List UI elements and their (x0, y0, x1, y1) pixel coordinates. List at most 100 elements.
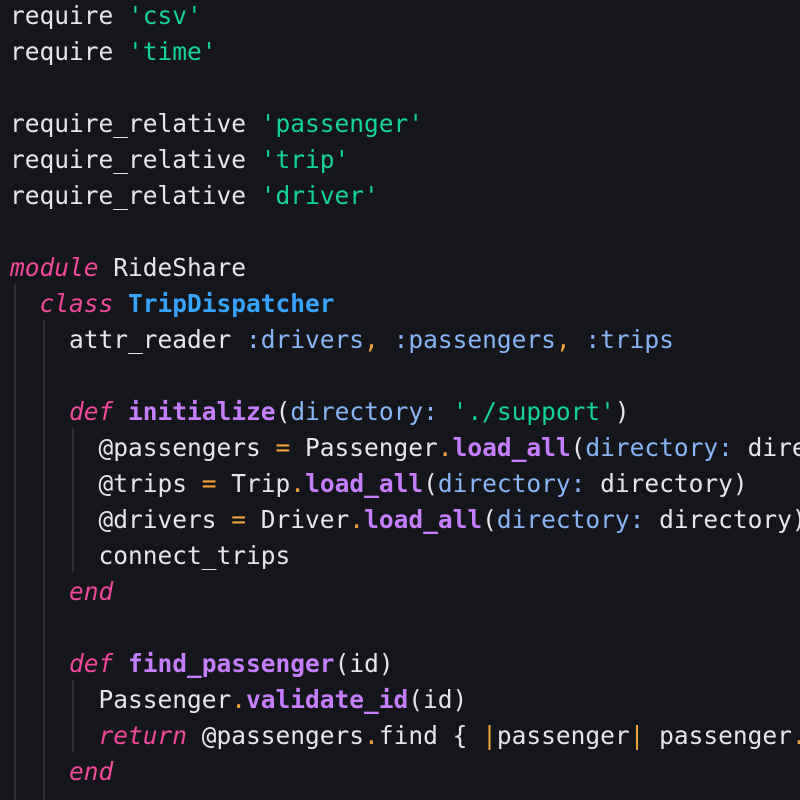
code-line[interactable]: @trips = Trip.load_all(directory: direct… (10, 466, 748, 502)
code-token: directory) (747, 433, 800, 462)
code-token: load_all (452, 433, 571, 462)
code-token: :drivers (246, 325, 365, 354)
code-line[interactable]: def find_passenger(id) (10, 646, 394, 682)
code-token: end (69, 577, 114, 606)
code-token: 'trip' (260, 145, 350, 174)
code-token: require (10, 37, 129, 66)
code-token: def (69, 397, 114, 426)
code-token: TripDispatcher (128, 289, 335, 318)
code-token: find_passenger (128, 649, 335, 678)
code-token: . (792, 721, 800, 750)
code-line[interactable]: require_relative 'trip' (10, 142, 349, 178)
code-line[interactable]: def initialize(directory: './support') (10, 394, 630, 430)
code-token: 'time' (128, 37, 217, 66)
code-token: ( (482, 505, 497, 534)
code-token: attr_reader (10, 325, 247, 354)
code-token: validate_id (246, 685, 409, 714)
code-token: def (69, 649, 114, 678)
code-token: load_all (305, 469, 424, 498)
code-line[interactable]: @drivers = Driver.load_all(directory: di… (10, 502, 800, 538)
code-line[interactable]: @passengers = Passenger.load_all(directo… (10, 430, 800, 466)
code-token: = (231, 505, 247, 534)
code-token: require_relative (10, 145, 261, 174)
code-token: find { (378, 721, 483, 750)
code-token: @passengers (187, 721, 365, 750)
code-token: directory) (644, 505, 800, 534)
code-token: directory) (585, 469, 748, 498)
code-token: passenger (644, 721, 792, 750)
code-token: require (10, 1, 129, 30)
code-editor[interactable]: require 'csv' require 'time' require_relat… (0, 0, 800, 800)
code-token: './support' (452, 397, 615, 426)
code-token: 'driver' (260, 181, 379, 210)
code-token: :passengers (393, 325, 556, 354)
code-token: @drivers (10, 505, 232, 534)
code-line[interactable]: end (10, 574, 113, 610)
code-line[interactable]: require_relative 'driver' (10, 178, 379, 214)
code-token: module (10, 253, 99, 282)
code-line[interactable]: require 'time' (10, 34, 217, 70)
code-token: = (201, 469, 217, 498)
code-token: directory: (496, 505, 645, 534)
code-token: load_all (364, 505, 483, 534)
code-token: ( (423, 469, 438, 498)
code-token: Passenger (290, 433, 438, 462)
code-token: . (231, 685, 247, 714)
code-token: Passenger (10, 685, 232, 714)
code-token: class (39, 289, 114, 318)
code-line[interactable]: require_relative 'passenger' (10, 106, 423, 142)
code-token: passenger (496, 721, 630, 750)
code-token: RideShare (98, 253, 247, 282)
code-token: | (629, 721, 645, 750)
code-token: require_relative (10, 109, 261, 138)
code-token: connect_trips (10, 541, 291, 570)
code-line[interactable]: return @passengers.find { |passenger| pa… (10, 718, 800, 754)
code-token: ) (614, 397, 630, 426)
code-token: Driver (246, 505, 350, 534)
code-token: @passengers (10, 433, 276, 462)
code-token: (id) (408, 685, 468, 714)
code-token: (id) (334, 649, 394, 678)
code-token: 'csv' (128, 1, 202, 30)
code-token: directory: (585, 433, 733, 462)
code-line[interactable]: require 'csv' (10, 0, 202, 34)
code-token: directory: (437, 469, 586, 498)
code-token: 'passenger' (260, 109, 424, 138)
code-token: | (482, 721, 497, 750)
code-token: ( (570, 433, 586, 462)
code-token: initialize (128, 397, 276, 426)
code-token: ( (275, 397, 291, 426)
code-token: return (98, 721, 188, 750)
code-token: . (364, 721, 379, 750)
code-line[interactable]: connect_trips (10, 538, 291, 574)
code-line[interactable]: class TripDispatcher (10, 286, 335, 322)
code-token: Trip (216, 469, 291, 498)
code-token: . (437, 433, 453, 462)
code-line[interactable]: end (10, 754, 113, 790)
code-token: = (275, 433, 291, 462)
code-line[interactable]: attr_reader :drivers, :passengers, :trip… (10, 322, 674, 358)
code-token: @trips (10, 469, 202, 498)
code-token: , (555, 325, 571, 354)
code-token: . (290, 469, 306, 498)
code-token: , (364, 325, 379, 354)
code-token: directory: (290, 397, 438, 426)
code-token: end (69, 757, 114, 786)
code-line[interactable]: module RideShare (10, 250, 246, 286)
code-token: . (349, 505, 365, 534)
code-token: require_relative (10, 181, 261, 210)
code-line[interactable]: Passenger.validate_id(id) (10, 682, 468, 718)
code-token: :trips (585, 325, 674, 354)
